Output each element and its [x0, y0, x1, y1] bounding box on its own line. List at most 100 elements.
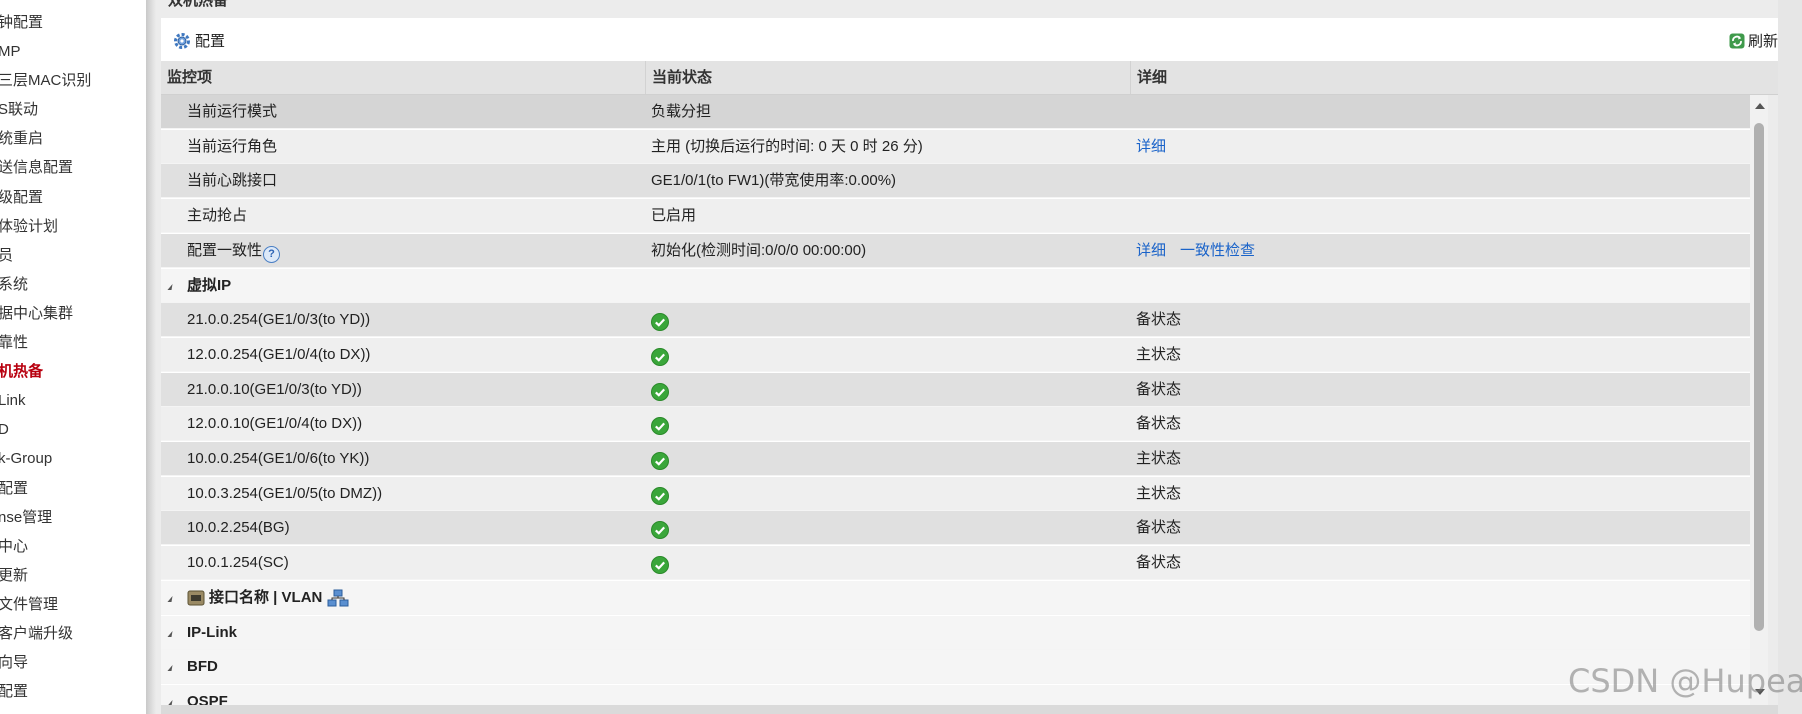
panel-title: 双机热备 — [168, 0, 229, 9]
scroll-up-arrow-icon[interactable] — [1755, 103, 1765, 109]
status-icon-cell — [651, 407, 669, 441]
column-header-status[interactable]: 当前状态 — [646, 61, 1131, 94]
refresh-button[interactable]: 刷新 — [1729, 30, 1778, 51]
sidebar-item[interactable]: 员 — [0, 241, 146, 270]
scroll-thumb[interactable] — [1754, 123, 1764, 631]
virtual-ip: 10.0.1.254(SC) — [187, 554, 289, 572]
column-header-item[interactable]: 监控项 — [161, 61, 646, 94]
status-icon-cell — [651, 511, 669, 545]
sidebar-divider — [146, 0, 156, 714]
virtual-ip: 12.0.0.10(GE1/0/4(to DX)) — [187, 415, 363, 433]
virtual-ip: 10.0.3.254(GE1/0/5(to DMZ)) — [187, 484, 383, 502]
status-value: 负载分担 — [651, 103, 712, 120]
status-icon-cell — [651, 477, 669, 511]
virtual-ip: 10.0.2.254(BG) — [187, 519, 290, 537]
virtual-ip: 10.0.0.254(GE1/0/6(to YK)) — [187, 450, 370, 467]
sidebar-item[interactable]: 级配置 — [0, 183, 146, 212]
sidebar-item[interactable]: 向导 — [0, 648, 146, 677]
collapse-triangle-icon[interactable] — [167, 283, 173, 290]
refresh-icon — [1729, 33, 1745, 48]
monitor-item: 主动抢占 — [187, 207, 248, 225]
collapse-triangle-icon[interactable] — [167, 595, 173, 602]
table-row: 12.0.0.254(GE1/0/4(to DX)) 主状态 — [161, 337, 1763, 372]
sidebar-item[interactable]: 送信息配置 — [0, 153, 146, 182]
sidebar-item[interactable]: 文件管理 — [0, 590, 146, 619]
table-row: 当前心跳接口 GE1/0/1(to FW1)(带宽使用率:0.00%) — [161, 164, 1763, 199]
sidebar-item[interactable]: 中心 — [0, 532, 146, 561]
detail-link[interactable]: 详细 — [1136, 242, 1166, 259]
sidebar-item[interactable]: k-Group — [0, 444, 146, 473]
toolbar: 配置 刷新 — [161, 18, 1783, 62]
main-panel: 双机热备 配置 刷新 监控项 当前状态 详细 当前运行模式 负载分担当前运行角色 — [156, 0, 1802, 714]
ha-state: 备状态 — [1136, 519, 1182, 537]
monitor-item: 当前心跳接口 — [187, 172, 278, 190]
status-icon-cell — [651, 338, 669, 372]
detail-cell: 详细 — [1136, 130, 1180, 164]
collapse-triangle-icon[interactable] — [167, 630, 173, 637]
status-value: 主用 (切换后运行的时间: 0 天 0 时 26 分) — [651, 137, 923, 155]
sidebar-item[interactable]: nse管理 — [0, 503, 146, 532]
virtual-ip: 12.0.0.254(GE1/0/4(to DX)) — [187, 345, 371, 363]
table-row: 10.0.2.254(BG) 备状态 — [161, 511, 1763, 546]
check-icon — [651, 452, 669, 470]
check-icon — [651, 313, 669, 332]
group-row-bfd[interactable]: BFD — [161, 650, 1763, 685]
check-icon — [651, 521, 669, 540]
status-icon-cell — [651, 373, 669, 407]
sidebar-item[interactable]: MP — [0, 37, 146, 66]
sidebar-item[interactable]: Link — [0, 386, 146, 415]
group-row-ospf[interactable]: OSPF — [161, 684, 1763, 705]
sidebar-item[interactable]: 配置 — [0, 474, 146, 503]
sidebar-item[interactable]: 三层MAC识别 — [0, 66, 146, 95]
sidebar-item[interactable]: D — [0, 415, 146, 444]
sidebar-item[interactable]: 据中心集群 — [0, 299, 146, 328]
table-row: 21.0.0.254(GE1/0/3(to YD)) 备状态 — [161, 303, 1763, 338]
collapse-triangle-icon[interactable] — [167, 665, 173, 672]
detail-cell: 详细 一致性检查 — [1136, 234, 1269, 268]
sidebar-item[interactable]: S联动 — [0, 95, 146, 124]
sidebar-item[interactable]: 更新 — [0, 561, 146, 590]
group-title: IP-Link — [187, 623, 238, 641]
group-row-iface[interactable]: 接口名称 | VLAN — [161, 580, 1763, 615]
ha-state: 主状态 — [1136, 450, 1182, 467]
sidebar-item[interactable]: 配置 — [0, 677, 146, 706]
config-button[interactable]: 配置 — [173, 30, 225, 51]
ha-state: 主状态 — [1136, 345, 1182, 363]
column-header-detail[interactable]: 详细 — [1131, 61, 1783, 94]
sidebar-item[interactable]: 靠性 — [0, 328, 146, 357]
sidebar-item[interactable]: 客户端升级 — [0, 619, 146, 648]
vertical-scrollbar[interactable] — [1750, 95, 1768, 705]
status-icon-cell — [651, 442, 669, 476]
virtual-ip: 21.0.0.254(GE1/0/3(to YD)) — [187, 311, 371, 329]
horizontal-scrollbar[interactable] — [161, 705, 1778, 714]
ha-state: 主状态 — [1136, 484, 1182, 502]
nav-list: 钟配置MP三层MAC识别S联动统重启送信息配置级配置体验计划员系统据中心集群靠性… — [0, 0, 146, 706]
consistency-check-link[interactable]: 一致性检查 — [1180, 242, 1255, 259]
group-row-iplink[interactable]: IP-Link — [161, 615, 1763, 650]
group-label: IP-Link — [187, 616, 237, 650]
table-row: 12.0.0.10(GE1/0/4(to DX)) 备状态 — [161, 407, 1763, 442]
refresh-label: 刷新 — [1747, 33, 1778, 50]
group-label: BFD — [187, 650, 218, 684]
sidebar-item[interactable]: 体验计划 — [0, 212, 146, 241]
sidebar-item[interactable]: 钟配置 — [0, 8, 146, 37]
group-row-virtual-ip[interactable]: 虚拟IP — [161, 268, 1763, 303]
status-value: 初始化(检测时间:0/0/0 00:00:00) — [651, 241, 867, 259]
sidebar-item[interactable]: 系统 — [0, 270, 146, 299]
table-row: 配置一致性? 初始化(检测时间:0/0/0 00:00:00) 详细 一致性检查 — [161, 233, 1763, 268]
monitor-item: 当前运行模式 — [187, 103, 278, 120]
sidebar-item[interactable]: 统重启 — [0, 124, 146, 153]
monitor-item: 当前运行角色 — [187, 137, 278, 155]
monitor-item: 配置一致性? — [187, 234, 281, 268]
interface-icon — [187, 590, 205, 606]
sidebar-item[interactable]: 机热备 — [0, 357, 146, 386]
vlan-icon — [327, 589, 349, 607]
table-header: 监控项 当前状态 详细 — [161, 61, 1783, 95]
detail-link[interactable]: 详细 — [1136, 138, 1166, 155]
table-row: 当前运行模式 负载分担 — [161, 95, 1763, 129]
table-row: 主动抢占 已启用 — [161, 199, 1763, 234]
right-edge — [1778, 0, 1802, 714]
help-icon[interactable]: ? — [263, 245, 281, 263]
sidebar-nav: 钟配置MP三层MAC识别S联动统重启送信息配置级配置体验计划员系统据中心集群靠性… — [0, 0, 147, 714]
status-icon-cell — [651, 546, 669, 580]
